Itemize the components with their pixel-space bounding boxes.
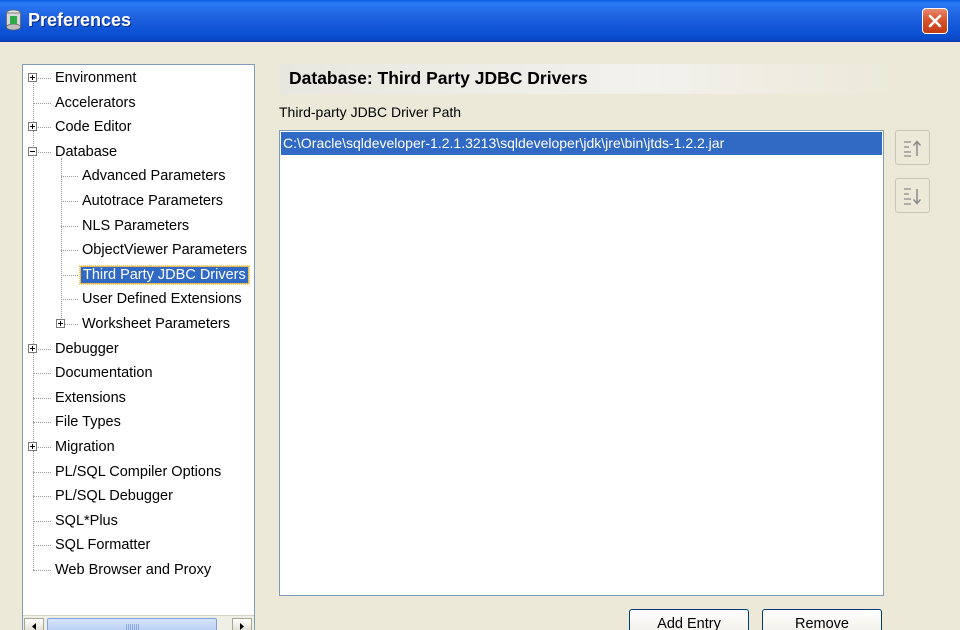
tree-expander-11[interactable] xyxy=(28,343,37,353)
tree-expander-0[interactable] xyxy=(28,73,37,82)
tree-item[interactable]: Autotrace Parameters xyxy=(80,190,225,212)
scroll-right-button[interactable] xyxy=(232,618,252,630)
preferences-tree: Environment Accelerators Code Editor Databa… xyxy=(22,64,255,630)
scroll-left-button[interactable] xyxy=(24,618,44,630)
tree-item[interactable]: Accelerators xyxy=(53,92,138,114)
list-item[interactable]: C:\Oracle\sqldeveloper-1.2.1.3213\sqldev… xyxy=(281,132,882,155)
tree-item-label: Worksheet Parameters xyxy=(82,316,231,332)
tree-item-label: Accelerators xyxy=(55,94,136,111)
tree-item[interactable]: Extensions xyxy=(53,387,128,409)
tree-expander-2[interactable] xyxy=(28,122,37,132)
tree-expander-10[interactable] xyxy=(56,319,65,328)
panel-title: Database: Third Party JDBC Drivers xyxy=(289,68,588,88)
close-icon xyxy=(928,14,942,28)
arrow-left-icon xyxy=(32,623,36,630)
tree-item-label: Debugger xyxy=(55,340,119,357)
tree-item-label: Database xyxy=(55,143,118,160)
tree-item[interactable]: SQL*Plus xyxy=(53,510,120,532)
arrow-right-icon xyxy=(240,623,244,630)
tree-item[interactable]: Web Browser and Proxy xyxy=(53,559,213,581)
tree-item-label: File Types xyxy=(55,414,121,431)
driver-path-list[interactable]: C:\Oracle\sqldeveloper-1.2.1.3213\sqldev… xyxy=(279,130,884,596)
tree-item-label: User Defined Extensions xyxy=(82,291,242,308)
tree-item[interactable]: Debugger xyxy=(53,338,121,360)
move-up-icon xyxy=(904,140,922,157)
add-entry-button[interactable]: Add Entry xyxy=(629,609,749,630)
tree-item-label: PL/SQL Debugger xyxy=(55,488,173,505)
tree-item[interactable]: User Defined Extensions xyxy=(80,288,244,310)
tree-item-label: Migration xyxy=(55,439,115,455)
preferences-window: Preferences Environment Accelerators Code … xyxy=(0,0,960,630)
tree-item-label: Third Party JDBC Drivers xyxy=(79,264,250,285)
tree-item[interactable]: Documentation xyxy=(53,362,155,384)
tree-item[interactable]: Code Editor xyxy=(53,116,134,138)
driver-path-label: Third-party JDBC Driver Path xyxy=(279,104,462,120)
tree-item-label: Environment xyxy=(55,70,137,86)
tree-item[interactable]: ObjectViewer Parameters xyxy=(80,239,249,261)
move-down-button[interactable] xyxy=(895,178,930,213)
tree-horizontal-scrollbar[interactable] xyxy=(23,615,254,630)
app-icon xyxy=(6,9,21,31)
tree-item-label: PL/SQL Compiler Options xyxy=(55,463,222,480)
tree-item[interactable]: Third Party JDBC Drivers xyxy=(79,264,250,286)
tree-item-label: Extensions xyxy=(55,389,126,406)
tree-item[interactable]: Environment xyxy=(53,67,138,89)
tree-item[interactable]: SQL Formatter xyxy=(53,534,152,556)
tree-item[interactable]: PL/SQL Compiler Options xyxy=(53,461,223,483)
move-up-button[interactable] xyxy=(895,130,930,165)
tree-item-label: SQL*Plus xyxy=(55,512,118,529)
tree-item[interactable]: File Types xyxy=(53,411,123,433)
title-bar[interactable]: Preferences xyxy=(0,0,960,42)
tree-item-label: Code Editor xyxy=(55,119,132,136)
tree-item[interactable]: Worksheet Parameters xyxy=(80,313,232,335)
tree-item-label: NLS Parameters xyxy=(82,217,190,234)
tree-item-label: ObjectViewer Parameters xyxy=(82,242,247,259)
tree-item-label: Autotrace Parameters xyxy=(82,193,224,209)
tree-item[interactable]: PL/SQL Debugger xyxy=(53,485,175,507)
tree-item[interactable]: NLS Parameters xyxy=(80,215,191,237)
tree-item[interactable]: Migration xyxy=(53,436,117,458)
window-title: Preferences xyxy=(28,10,132,30)
dialog-body: Environment Accelerators Code Editor Databa… xyxy=(0,42,960,630)
tree-item-label: Web Browser and Proxy xyxy=(55,562,212,578)
move-down-icon xyxy=(904,188,922,205)
tree-item-label: Documentation xyxy=(55,365,153,382)
tree-item[interactable]: Advanced Parameters xyxy=(80,165,227,187)
tree-expander-3[interactable] xyxy=(28,146,37,156)
remove-button[interactable]: Remove xyxy=(762,609,882,630)
panel-header: Database: Third Party JDBC Drivers xyxy=(279,64,899,94)
tree-item-label: SQL Formatter xyxy=(55,537,151,554)
tree-expander-15[interactable] xyxy=(28,442,37,451)
scroll-thumb[interactable] xyxy=(47,618,217,630)
tree-item-label: Advanced Parameters xyxy=(82,168,226,185)
tree-item[interactable]: Database xyxy=(53,141,119,163)
close-button[interactable] xyxy=(922,8,948,34)
